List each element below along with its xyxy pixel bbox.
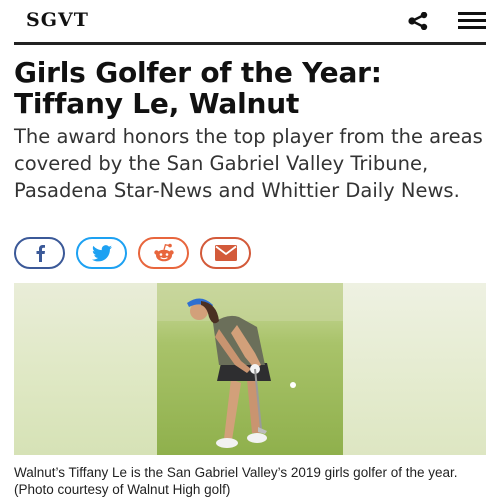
site-logo[interactable]: SGVT	[26, 9, 89, 31]
twitter-icon	[91, 244, 112, 261]
email-share-button[interactable]	[200, 237, 251, 269]
photo-blur-background-right	[343, 283, 486, 455]
reddit-icon	[153, 243, 174, 262]
top-bar: SGVT	[0, 0, 500, 42]
email-icon	[214, 245, 237, 261]
article-dek: The award honors the top player from the…	[14, 125, 483, 202]
header-divider	[14, 42, 486, 45]
photo-blur-background-left	[14, 283, 157, 455]
article-photo	[14, 283, 486, 455]
photo-caption: Walnut’s Tiffany Le is the San Gabriel V…	[14, 465, 458, 497]
golfer-photo	[157, 283, 343, 455]
facebook-share-button[interactable]	[14, 237, 65, 269]
twitter-share-button[interactable]	[76, 237, 127, 269]
facebook-icon	[36, 245, 45, 262]
share-icon[interactable]	[407, 12, 429, 30]
article-headline: Girls Golfer of the Year: Tiffany Le, Wa…	[14, 56, 382, 120]
reddit-share-button[interactable]	[138, 237, 189, 269]
hamburger-menu-icon[interactable]	[458, 12, 486, 30]
